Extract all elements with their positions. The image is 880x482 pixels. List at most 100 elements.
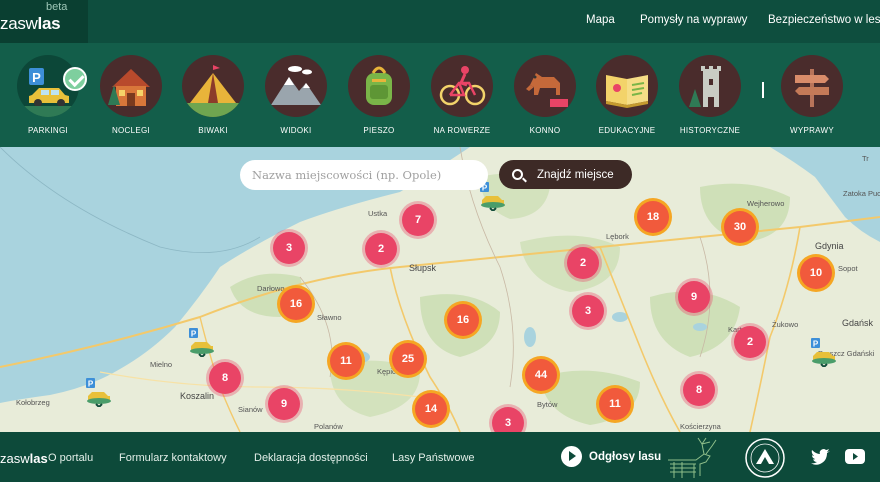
map-cluster[interactable]: 11 xyxy=(599,388,631,420)
category-divider xyxy=(762,82,764,98)
place-label: Ustka xyxy=(368,209,388,218)
logo-text: zasw xyxy=(0,14,38,33)
map-cluster[interactable]: 8 xyxy=(209,362,241,394)
nav-trip-ideas[interactable]: Pomysły na wyprawy xyxy=(640,14,747,26)
map-cluster[interactable]: 3 xyxy=(492,407,524,432)
place-label: Kołobrzeg xyxy=(16,398,50,407)
footer: zaswlas O portalu Formularz kontaktowy D… xyxy=(0,432,880,482)
tower-icon xyxy=(679,55,741,117)
map-cluster[interactable]: 2 xyxy=(567,247,599,279)
category-lodging[interactable]: NOCLEGI xyxy=(91,55,171,135)
selected-check-icon xyxy=(63,67,87,91)
map-cluster[interactable]: 14 xyxy=(415,393,447,425)
footer-link-accessibility[interactable]: Deklaracja dostępności xyxy=(254,452,368,464)
map-cluster[interactable]: 9 xyxy=(678,281,710,313)
category-label: BIWAKI xyxy=(198,126,228,135)
parking-marker-icon[interactable]: P xyxy=(809,337,839,367)
map-cluster[interactable]: 7 xyxy=(402,204,434,236)
category-label: KONNO xyxy=(529,126,561,135)
logo[interactable]: zaswlas xyxy=(0,14,61,34)
map-cluster[interactable]: 16 xyxy=(280,288,312,320)
map-cluster[interactable]: 9 xyxy=(268,388,300,420)
map-cluster[interactable]: 11 xyxy=(330,345,362,377)
category-label: HISTORYCZNE xyxy=(679,126,741,135)
beta-badge: beta xyxy=(46,1,68,13)
category-label: EDUKACYJNE xyxy=(598,126,656,135)
youtube-icon[interactable] xyxy=(845,449,865,464)
parking-marker-icon[interactable]: P xyxy=(187,327,217,357)
map-cluster[interactable]: 8 xyxy=(683,374,715,406)
place-label: Sianów xyxy=(238,405,263,414)
logo-area[interactable]: zaswlas beta xyxy=(0,0,88,43)
find-place-button[interactable]: Znajdź miejsce xyxy=(499,160,632,189)
category-label: NA ROWERZE xyxy=(433,126,491,135)
book-icon xyxy=(596,55,658,117)
place-label: Sławno xyxy=(317,313,342,322)
category-label: NOCLEGI xyxy=(111,126,151,135)
map-view[interactable]: Ustka Słupsk Darłowo Sławno Mielno Kołob… xyxy=(0,147,880,432)
parking-marker-icon[interactable]: P xyxy=(84,377,114,407)
map-cluster[interactable]: 3 xyxy=(572,295,604,327)
place-label: Koszalin xyxy=(180,391,215,401)
signpost-icon xyxy=(781,55,843,117)
search-icon xyxy=(512,169,523,180)
category-camping[interactable]: BIWAKI xyxy=(173,55,253,135)
category-horse-riding[interactable]: KONNO xyxy=(505,55,585,135)
play-icon[interactable] xyxy=(561,446,582,467)
place-label: Lębork xyxy=(606,232,629,241)
top-navigation: zaswlas beta Mapa Pomysły na wyprawy Bez… xyxy=(0,0,880,43)
svg-text:P: P xyxy=(191,330,197,339)
place-label: Polanów xyxy=(314,422,343,431)
category-label: WYPRAWY xyxy=(789,126,835,135)
svg-text:P: P xyxy=(88,380,94,389)
category-cycling[interactable]: NA ROWERZE xyxy=(422,55,502,135)
map-cluster[interactable]: 16 xyxy=(447,304,479,336)
search-input[interactable] xyxy=(240,160,488,190)
footer-link-about[interactable]: O portalu xyxy=(48,452,93,464)
twitter-icon[interactable] xyxy=(811,449,831,465)
state-forests-seal-icon[interactable] xyxy=(744,437,786,479)
footer-logo-bold: las xyxy=(29,451,48,466)
footer-logo[interactable]: zaswlas xyxy=(0,451,48,466)
category-label: PIESZO xyxy=(363,126,395,135)
logo-text-bold: las xyxy=(37,14,61,33)
map-cluster[interactable]: 2 xyxy=(734,326,766,358)
svg-text:P: P xyxy=(32,70,41,85)
place-label: Gdańsk xyxy=(842,318,874,328)
category-educational[interactable]: EDUKACYJNE xyxy=(587,55,667,135)
footer-link-state-forests[interactable]: Lasy Państwowe xyxy=(392,452,475,464)
svg-text:P: P xyxy=(813,340,819,349)
place-label: Bytów xyxy=(537,400,558,409)
place-label: Zatoka Pucka xyxy=(843,189,880,198)
place-label: Gdynia xyxy=(815,241,844,251)
map-cluster[interactable]: 30 xyxy=(724,211,756,243)
category-hiking[interactable]: PIESZO xyxy=(339,55,419,135)
bicycle-icon xyxy=(431,55,493,117)
find-place-label: Znajdź miejsce xyxy=(537,168,614,181)
place-label: Wejherowo xyxy=(747,199,785,208)
place-label: Mielno xyxy=(150,360,173,369)
map-cluster[interactable]: 3 xyxy=(273,232,305,264)
category-parking[interactable]: P PARKINGI xyxy=(8,55,88,135)
category-expeditions[interactable]: WYPRAWY xyxy=(772,55,852,135)
map-cluster[interactable]: 25 xyxy=(392,343,424,375)
place-label: Żukowo xyxy=(772,320,799,329)
nav-forest-safety[interactable]: Bezpieczeństwo w lesie xyxy=(768,14,880,26)
cabin-icon xyxy=(100,55,162,117)
map-cluster[interactable]: 2 xyxy=(365,233,397,265)
map-cluster[interactable]: 44 xyxy=(525,359,557,391)
map-cluster[interactable]: 10 xyxy=(800,257,832,289)
mountains-icon xyxy=(265,55,327,117)
footer-link-contact-form[interactable]: Formularz kontaktowy xyxy=(119,452,227,464)
category-views[interactable]: WIDOKI xyxy=(256,55,336,135)
forest-sounds-label[interactable]: Odgłosy lasu xyxy=(589,451,661,463)
category-historical[interactable]: HISTORYCZNE xyxy=(670,55,750,135)
footer-logo-text: zasw xyxy=(0,451,30,466)
place-label: Tr xyxy=(862,154,869,163)
nav-map[interactable]: Mapa xyxy=(586,14,615,26)
tent-icon xyxy=(182,55,244,117)
map-cluster[interactable]: 18 xyxy=(637,201,669,233)
horse-icon xyxy=(514,55,576,117)
category-label: PARKINGI xyxy=(27,126,69,135)
place-label: Sopot xyxy=(838,264,858,273)
